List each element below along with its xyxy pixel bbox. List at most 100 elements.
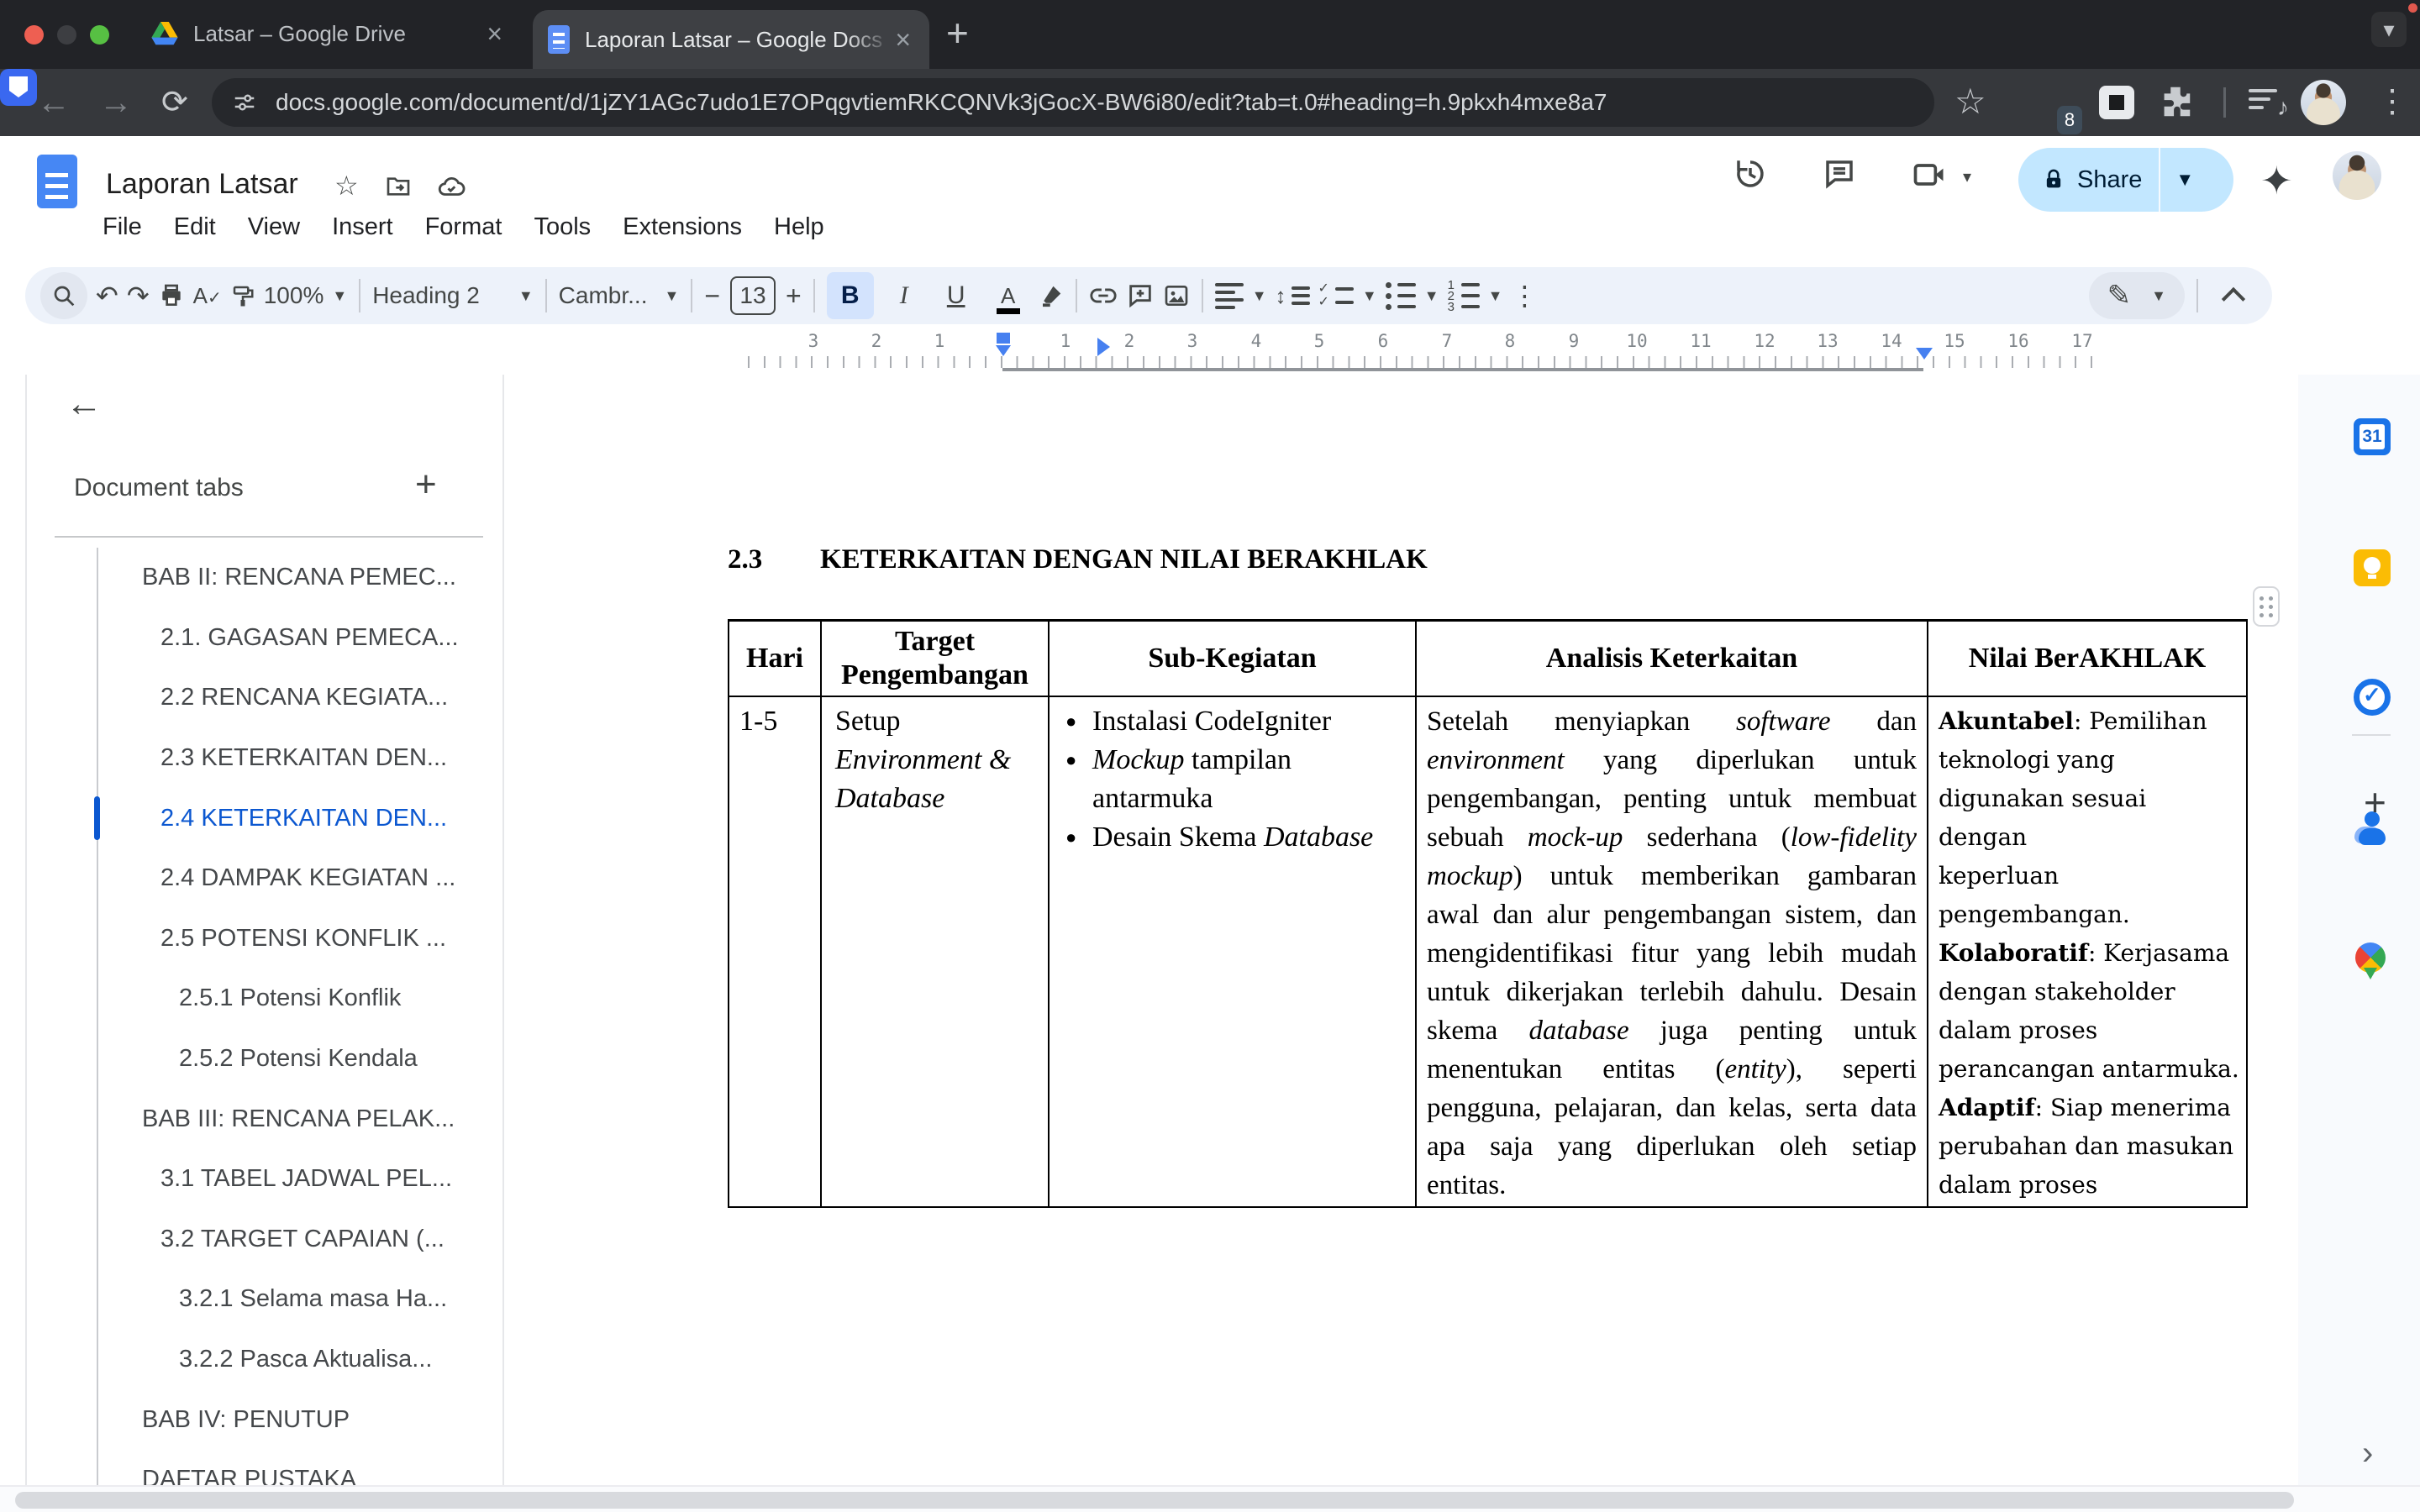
sidebar-item[interactable]: 3.2.1 Selama masa Ha... (27, 1269, 506, 1330)
comments-icon[interactable] (1822, 156, 1857, 192)
berakhlak-table[interactable]: Hari Target Pengembangan Sub-Kegiatan An… (728, 619, 2248, 1208)
share-button[interactable]: Share ▼ (2018, 148, 2233, 212)
redo-icon[interactable]: ↷ (127, 272, 150, 319)
right-indent-marker[interactable] (1916, 348, 1933, 360)
cloud-saved-icon[interactable] (437, 173, 466, 202)
underline-button[interactable]: U (934, 272, 978, 319)
sidebar-item-active[interactable]: 2.4 KETERKAITAN DEN... (27, 788, 506, 848)
sidebar-item[interactable]: 2.1. GAGASAN PEMECA... (27, 608, 506, 669)
sidebar-item[interactable]: 3.2 TARGET CAPAIAN (... (27, 1210, 506, 1270)
insert-image-icon[interactable] (1163, 272, 1190, 319)
bookmark-star-icon[interactable]: ☆ (1954, 81, 1986, 122)
window-minimize-button[interactable] (57, 25, 76, 45)
table-drag-handle[interactable] (2253, 586, 2280, 627)
meet-caret-icon[interactable]: ▾ (1963, 166, 1971, 187)
sidebar-item[interactable]: 2.4 DAMPAK KEGIATAN ... (27, 848, 506, 909)
forward-icon[interactable]: → (99, 84, 133, 121)
checklist-select[interactable]: ✓ ✓ ▼ (1318, 272, 1377, 319)
sidebar-item[interactable]: DAFTAR PUSTAKA (27, 1450, 506, 1485)
align-select[interactable]: ▼ (1215, 272, 1267, 319)
tab-close-icon[interactable]: × (892, 26, 914, 53)
highlight-color-button[interactable] (1039, 272, 1064, 319)
sidebar-item[interactable]: 2.5.2 Potensi Kendala (27, 1029, 506, 1089)
print-icon[interactable] (158, 272, 185, 319)
document-title[interactable]: Laporan Latsar (106, 168, 298, 201)
text-color-button[interactable]: A (986, 272, 1030, 319)
menu-insert[interactable]: Insert (332, 213, 393, 241)
address-bar[interactable]: docs.google.com/document/d/1jZY1AGc7udo1… (212, 78, 1934, 127)
maps-icon[interactable] (2354, 942, 2387, 976)
paragraph-style-select[interactable]: Heading 2▼ (372, 272, 533, 319)
sidebar-item[interactable]: 3.2.2 Pasca Aktualisa... (27, 1330, 506, 1390)
new-tab-button[interactable]: + (946, 13, 969, 52)
account-avatar[interactable] (2333, 151, 2381, 200)
add-tab-icon[interactable]: + (415, 464, 437, 506)
reload-icon[interactable]: ⟳ (161, 84, 188, 121)
back-arrow-icon[interactable]: ← (66, 383, 103, 425)
pip-extension-icon[interactable] (2099, 86, 2134, 119)
media-controls-icon[interactable]: ♪ (2249, 89, 2277, 114)
spellcheck-icon[interactable]: A✓ (193, 272, 222, 319)
paint-format-icon[interactable] (230, 272, 255, 319)
back-icon[interactable]: ← (37, 84, 71, 121)
bold-button-active[interactable]: B (827, 272, 874, 319)
menu-format[interactable]: Format (425, 213, 502, 241)
version-history-icon[interactable] (1733, 156, 1768, 192)
insert-link-icon[interactable] (1089, 272, 1118, 319)
meet-video-icon[interactable] (1911, 156, 1948, 193)
browser-profile-avatar[interactable] (2301, 80, 2346, 125)
menu-view[interactable]: View (248, 213, 300, 241)
bulleted-list-select[interactable]: ▼ (1386, 272, 1439, 319)
get-addons-icon[interactable]: + (2364, 780, 2386, 825)
sidebar-item[interactable]: BAB III: RENCANA PELAK... (27, 1089, 506, 1149)
gemini-spark-icon[interactable]: ✦ (2260, 158, 2293, 203)
calendar-icon[interactable] (2354, 418, 2391, 455)
sidebar-item[interactable]: 2.5 POTENSI KONFLIK ... (27, 909, 506, 969)
zoom-select[interactable]: 100%▼ (264, 272, 347, 319)
menu-tools[interactable]: Tools (534, 213, 591, 241)
keep-icon[interactable] (2354, 549, 2391, 586)
sidebar-item[interactable]: 2.3 KETERKAITAN DEN... (27, 728, 506, 789)
left-indent-marker[interactable] (996, 345, 1011, 356)
adblock-extension-icon[interactable] (0, 69, 37, 106)
hide-side-panel-icon[interactable]: › (2362, 1435, 2373, 1473)
numbered-list-select[interactable]: 1 2 3 ▼ (1448, 272, 1503, 319)
share-main[interactable]: Share (2018, 148, 2159, 212)
site-settings-icon[interactable] (232, 90, 257, 115)
increase-font-icon[interactable]: + (786, 272, 802, 319)
tab-search-button[interactable]: ▾ (2371, 12, 2407, 47)
browser-menu-icon[interactable]: ⋮ (2376, 82, 2408, 120)
font-size-input[interactable]: 13 (730, 276, 776, 315)
horizontal-scrollbar-thumb[interactable] (15, 1492, 2294, 1509)
sidebar-item[interactable]: 2.2 RENCANA KEGIATA... (27, 668, 506, 728)
extensions-puzzle-icon[interactable] (2156, 82, 2195, 121)
sidebar-item[interactable]: 2.5.1 Potensi Konflik (27, 969, 506, 1029)
sidebar-item[interactable]: BAB IV: PENUTUP (27, 1389, 506, 1450)
editing-mode-select[interactable]: ✎ ▼ (2089, 272, 2185, 319)
window-zoom-button[interactable] (90, 25, 109, 45)
menu-help[interactable]: Help (774, 213, 824, 241)
tasks-icon[interactable] (2354, 679, 2391, 716)
italic-button[interactable]: I (882, 272, 926, 319)
insert-comment-icon[interactable] (1126, 272, 1155, 319)
star-document-icon[interactable]: ☆ (334, 170, 359, 202)
tab-stop-marker[interactable] (1097, 338, 1110, 356)
first-line-indent-marker[interactable] (997, 333, 1010, 344)
browser-tab-drive[interactable]: Latsar – Google Drive × (134, 0, 523, 67)
more-options-icon[interactable]: ⋮ (1511, 272, 1538, 319)
window-close-button[interactable] (24, 25, 44, 45)
decrease-font-icon[interactable]: − (704, 272, 720, 319)
menu-edit[interactable]: Edit (174, 213, 216, 241)
browser-tab-docs-active[interactable]: Laporan Latsar – Google Docs × (533, 10, 929, 69)
line-spacing-icon[interactable]: ↕ (1276, 272, 1310, 319)
google-docs-logo[interactable] (37, 155, 77, 208)
search-menus-icon[interactable] (40, 272, 87, 319)
tab-close-icon[interactable]: × (483, 20, 506, 47)
undo-icon[interactable]: ↶ (96, 272, 118, 319)
menu-file[interactable]: File (103, 213, 142, 241)
font-select[interactable]: Cambr...▼ (559, 272, 680, 319)
sidebar-item[interactable]: 3.1 TABEL JADWAL PEL... (27, 1149, 506, 1210)
share-caret-icon[interactable]: ▼ (2160, 169, 2209, 191)
move-to-folder-icon[interactable] (385, 173, 412, 200)
collapse-toolbar-icon[interactable] (2210, 272, 2257, 319)
